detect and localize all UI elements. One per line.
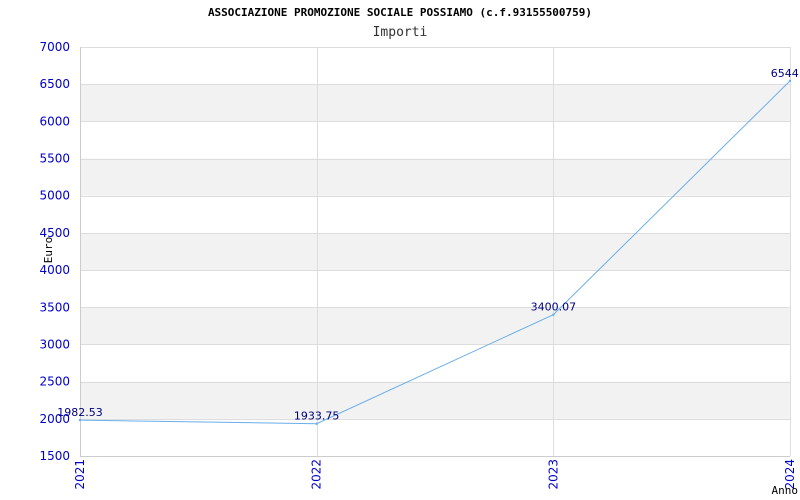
x-axis-title: Anno bbox=[772, 484, 799, 497]
data-point bbox=[315, 422, 318, 425]
data-point bbox=[552, 313, 555, 316]
x-tick-label: 2021 bbox=[73, 459, 87, 490]
y-axis-title: Euro bbox=[42, 237, 55, 264]
y-tick-label: 6500 bbox=[39, 77, 70, 91]
y-tick-label: 7000 bbox=[39, 40, 70, 54]
y-tick-label: 6000 bbox=[39, 114, 70, 128]
x-axis-ticks: 2021 2022 2023 2024 bbox=[73, 459, 797, 490]
data-point bbox=[788, 79, 792, 83]
x-tick-label: 2023 bbox=[546, 459, 560, 490]
y-tick-label: 3000 bbox=[39, 337, 70, 351]
line-chart: 1500200025003000350040004500500055006000… bbox=[39, 40, 800, 497]
grid-band bbox=[80, 84, 790, 122]
data-label: 3400.07 bbox=[531, 301, 577, 314]
y-tick-label: 5000 bbox=[39, 189, 70, 203]
x-tick-label: 2022 bbox=[310, 459, 324, 490]
grid-band bbox=[80, 158, 790, 196]
y-tick-label: 1500 bbox=[39, 449, 70, 463]
y-tick-label: 3500 bbox=[39, 300, 70, 314]
data-label: 1982.53 bbox=[57, 406, 103, 419]
grid-band bbox=[80, 307, 790, 345]
y-tick-label: 4000 bbox=[39, 263, 70, 277]
data-point bbox=[78, 418, 82, 422]
grid-band bbox=[80, 232, 790, 271]
data-label: 1933.75 bbox=[294, 410, 340, 423]
grid-band bbox=[80, 381, 790, 419]
grid-bands bbox=[80, 84, 790, 419]
y-tick-label: 5500 bbox=[39, 152, 70, 166]
y-tick-label: 2500 bbox=[39, 375, 70, 389]
data-label: 6544.5 bbox=[771, 67, 800, 80]
